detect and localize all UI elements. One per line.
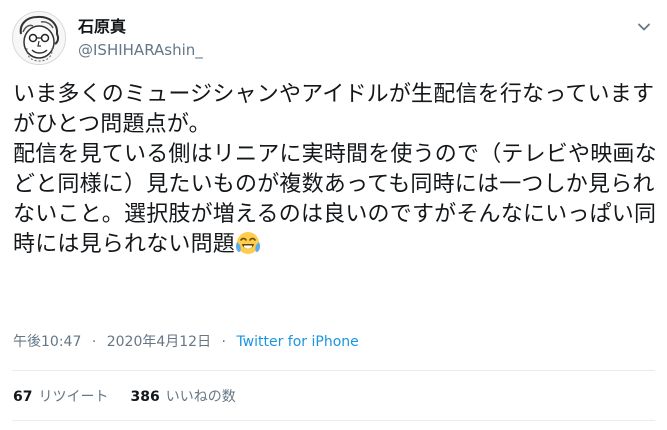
avatar-caricature-icon	[13, 12, 65, 64]
meta-separator: ·	[221, 334, 226, 350]
tweet-card: 石原真 @ISHIHARAshin_ いま多くのミュージシャンやアイドルが生配信…	[0, 0, 667, 430]
display-name[interactable]: 石原真	[78, 16, 203, 38]
tweet-text: いま多くのミュージシャンやアイドルが生配信を行なっていますがひとつ問題点が。 配…	[13, 80, 659, 260]
username[interactable]: @ISHIHARAshin_	[78, 40, 203, 60]
avatar[interactable]	[12, 11, 66, 65]
more-options-button[interactable]	[635, 18, 653, 36]
tweet-source-link[interactable]: Twitter for iPhone	[236, 334, 358, 350]
retweet-count: 67	[13, 389, 33, 405]
tweet-time[interactable]: 午後10:47	[13, 334, 81, 350]
like-count: 386	[130, 389, 160, 405]
meta-separator: ·	[91, 334, 97, 350]
divider	[12, 370, 655, 371]
tweet-header: 石原真 @ISHIHARAshin_	[12, 8, 203, 68]
divider	[12, 420, 655, 421]
user-names: 石原真 @ISHIHARAshin_	[78, 16, 203, 60]
tweet-metadata: 午後10:47 · 2020年4月12日 · Twitter for iPhon…	[13, 332, 359, 352]
tweet-date[interactable]: 2020年4月12日	[107, 334, 211, 350]
tweet-text-content: いま多くのミュージシャンやアイドルが生配信を行なっていますがひとつ問題点が。 配…	[13, 82, 657, 257]
like-label: いいねの数	[165, 389, 236, 405]
face-with-tears-of-joy-icon	[235, 230, 261, 256]
chevron-down-icon	[638, 23, 650, 31]
retweet-count-link[interactable]: 67 リツイート	[13, 387, 108, 407]
tweet-stats: 67 リツイート 386 いいねの数	[13, 387, 258, 407]
like-count-link[interactable]: 386 いいねの数	[130, 387, 235, 407]
retweet-label: リツイート	[38, 389, 109, 405]
